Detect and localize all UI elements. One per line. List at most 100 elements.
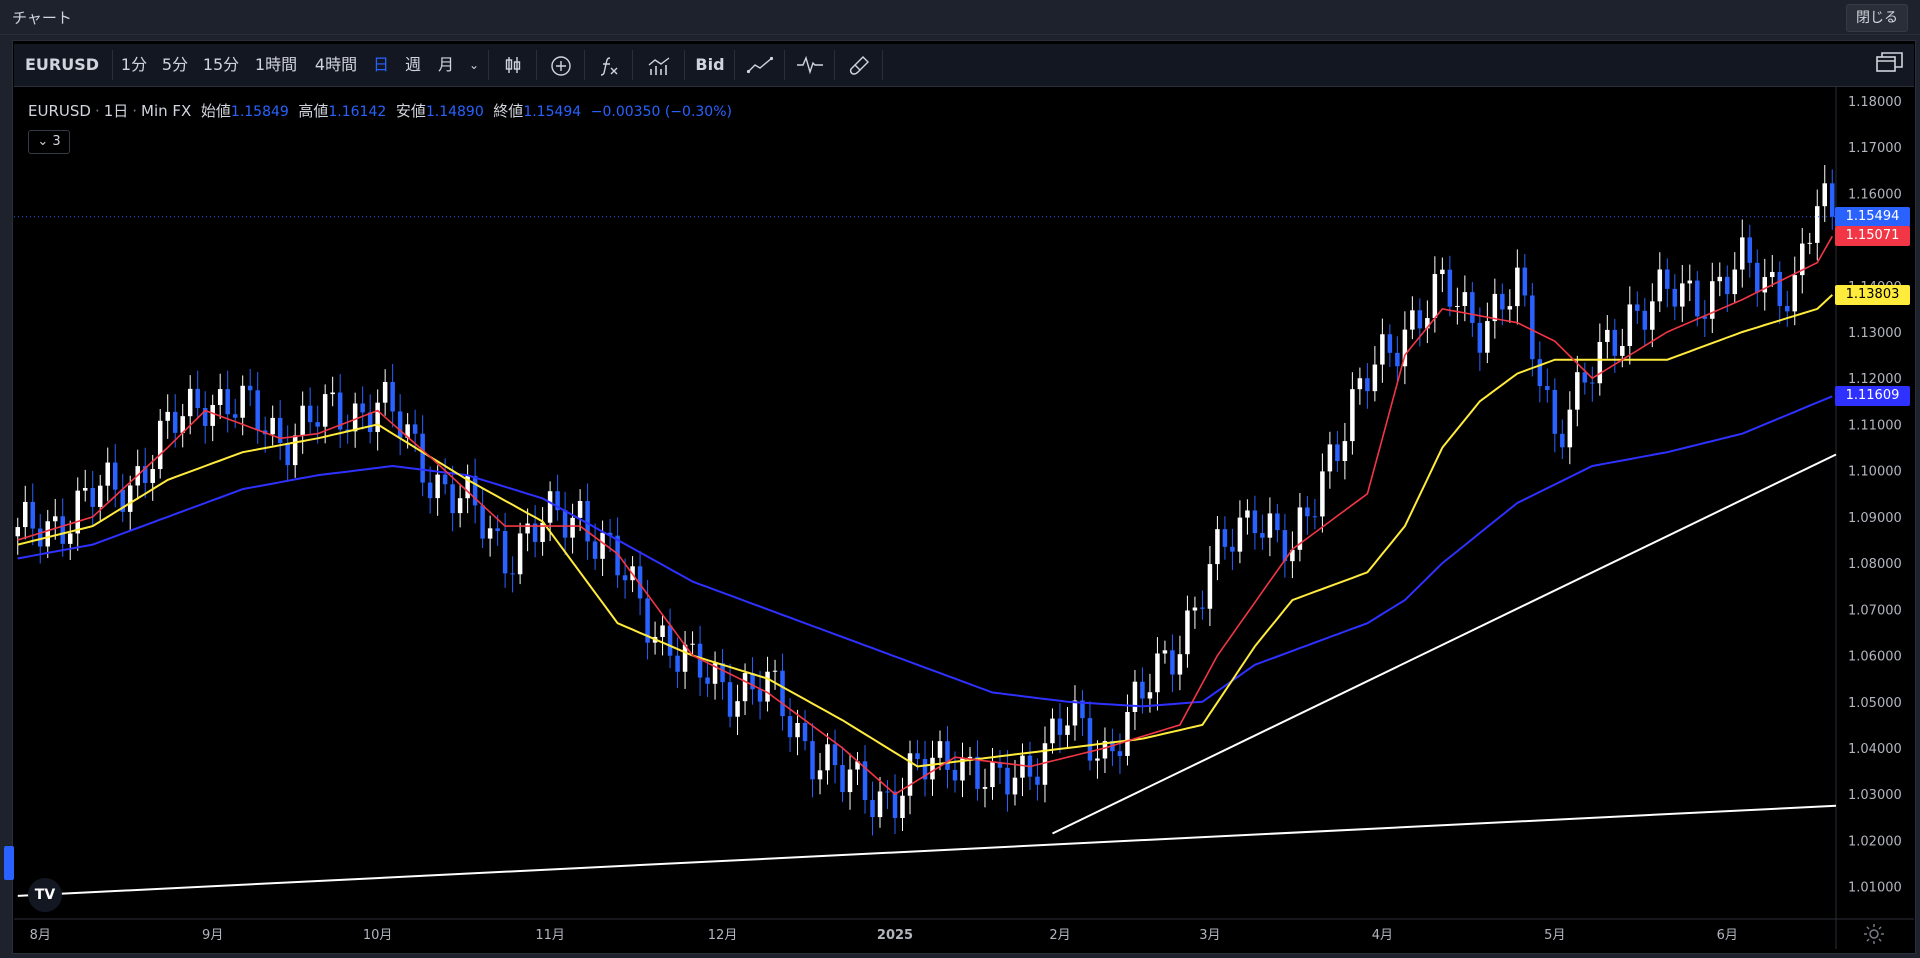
candle-body (577, 501, 583, 518)
brush-icon[interactable] (836, 44, 882, 86)
candle-body (240, 385, 245, 418)
candle-body (1755, 262, 1760, 293)
timeframe-1d[interactable]: 日 (366, 44, 396, 86)
timeframe-4h[interactable]: 4時間 (306, 44, 366, 86)
price-axis-tick-label: 1.01000 (1848, 881, 1902, 896)
price-chart[interactable]: 1.180001.170001.160001.150001.140001.130… (14, 87, 1914, 949)
candle-body (1117, 751, 1123, 756)
candle-body (1680, 283, 1685, 307)
add-indicator-icon[interactable] (538, 44, 584, 86)
timeframe-1mo[interactable]: 月 (430, 44, 462, 86)
side-panel-toggle[interactable] (4, 846, 14, 880)
formula-icon[interactable] (586, 44, 632, 86)
candle-body (1485, 321, 1490, 353)
candle-body (435, 474, 440, 499)
trendline-icon[interactable] (736, 44, 784, 86)
candle-body (510, 573, 515, 575)
candle-body (802, 722, 808, 742)
legend-close-value: 1.15494 (523, 104, 582, 120)
candle-body (742, 673, 748, 702)
oscillator-icon[interactable] (786, 44, 834, 86)
candle-body (1417, 310, 1423, 329)
time-axis-tick-label: 5月 (1544, 928, 1565, 943)
legend-high-label: 高値 (298, 102, 329, 120)
candle-body (315, 422, 320, 427)
candle-body (1132, 681, 1138, 712)
candle-body (592, 541, 598, 559)
price-tag: 1.15494 (1835, 206, 1910, 227)
candle-body (877, 791, 883, 818)
candle-body (1725, 276, 1730, 295)
candle-body (1440, 269, 1445, 275)
candle-body (1252, 510, 1258, 534)
bid-toggle[interactable]: Bid (686, 44, 734, 86)
candle-body (847, 769, 853, 793)
candle-body (1185, 610, 1190, 655)
timeframe-5m[interactable]: 5分 (154, 44, 196, 86)
symbol-button[interactable]: EURUSD (14, 44, 110, 86)
candle-body (427, 482, 433, 499)
gear-icon[interactable] (1862, 922, 1886, 950)
candle-body (1785, 305, 1790, 312)
candle-body (1395, 352, 1400, 367)
toolbar-divider (112, 50, 113, 80)
candle-body (1020, 755, 1025, 778)
timeframe-15m[interactable]: 15分 (196, 44, 246, 86)
candle-body (1162, 650, 1168, 654)
candle-body (442, 474, 448, 485)
tradingview-logo[interactable]: TV (28, 878, 62, 912)
legend-close-label: 終値 (493, 102, 524, 120)
candle-body (1672, 288, 1678, 307)
timeframe-1m[interactable]: 1分 (114, 44, 154, 86)
candle-body (172, 411, 178, 433)
legend-collapse-button[interactable]: ⌄ 3 (28, 130, 70, 154)
close-button[interactable]: 閉じる (1846, 4, 1908, 32)
price-axis-tick-label: 1.06000 (1848, 650, 1902, 665)
candle-body (1477, 322, 1483, 353)
candle-body (1380, 334, 1385, 365)
candle-body (1147, 692, 1153, 699)
candle-body (1695, 280, 1700, 317)
candle-body (780, 670, 785, 717)
candle-body (150, 469, 155, 483)
candle-body (420, 433, 425, 483)
candle-body (390, 382, 395, 412)
candle-body (517, 533, 523, 575)
candle-body (840, 765, 845, 793)
candlestick-icon[interactable] (490, 44, 536, 86)
candle-body (525, 523, 530, 534)
candle-body (1350, 389, 1355, 442)
price-axis-tick-label: 1.10000 (1848, 465, 1902, 480)
candle-body (705, 677, 710, 684)
timeframe-1h[interactable]: 1時間 (246, 44, 306, 86)
candle-body (667, 625, 673, 656)
bars-chart-icon[interactable] (634, 44, 684, 86)
candle-body (367, 412, 373, 433)
layout-icon[interactable] (1875, 50, 1905, 82)
candle-body (795, 722, 800, 738)
candle-body (1717, 276, 1723, 282)
candle-body (412, 424, 418, 434)
timeframe-1w[interactable]: 週 (396, 44, 430, 86)
candle-body (1530, 295, 1535, 360)
candle-body (225, 389, 230, 415)
candle-body (1560, 433, 1565, 448)
candle-body (157, 420, 163, 470)
candle-body (1822, 183, 1828, 207)
candle-body (832, 744, 838, 766)
candle-body (660, 625, 665, 637)
candle-body (1177, 654, 1183, 675)
candle-body (487, 528, 493, 539)
timeframe-dropdown-chevron-icon[interactable]: ⌄ (462, 44, 486, 86)
time-axis-tick-label: 4月 (1372, 928, 1393, 943)
candle-body (127, 485, 133, 512)
toolbar-divider (584, 50, 585, 80)
candle-body (52, 516, 58, 522)
candle-body (1515, 267, 1520, 307)
chart-toolbar: EURUSD 1分 5分 15分 1時間 4時間 日 週 月 ⌄ Bid (14, 44, 1914, 87)
candle-body (1537, 359, 1543, 387)
candle-body (1605, 329, 1610, 342)
candle-body (975, 756, 980, 789)
legend-low-value: 1.14890 (425, 104, 484, 120)
candle-body (75, 490, 80, 534)
